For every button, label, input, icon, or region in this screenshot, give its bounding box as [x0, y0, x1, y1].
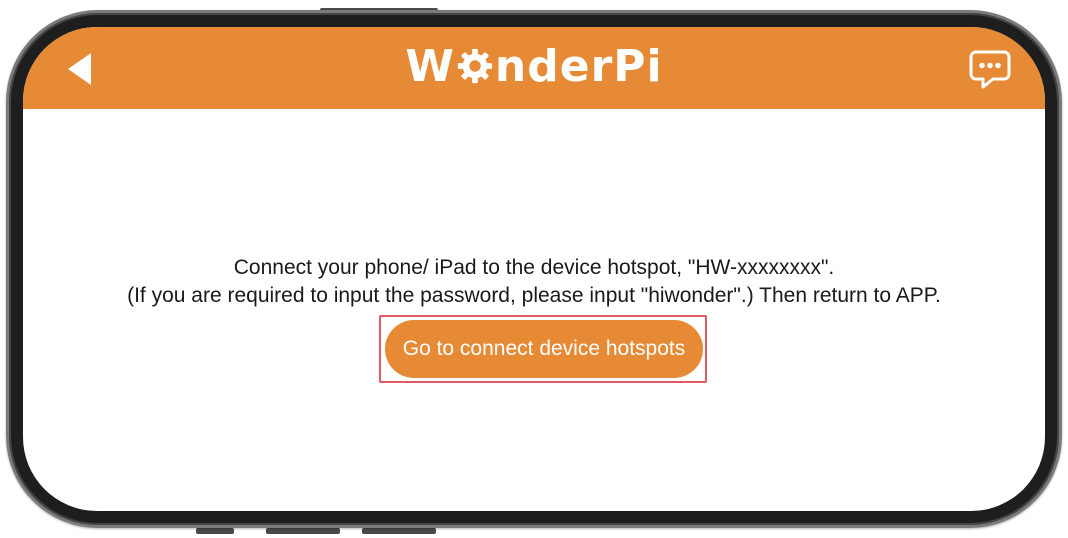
device-bottom-button [362, 528, 436, 534]
gear-icon [457, 48, 493, 84]
app-screen: W nderPi Connect your phone/ iPad to the… [23, 27, 1045, 511]
logo-letter: nderPi [494, 41, 663, 92]
device-bottom-button [266, 528, 340, 534]
wonderpi-logo: W nderPi [23, 41, 1045, 93]
connect-hotspot-button[interactable]: Go to connect device hotspots [385, 320, 703, 378]
instruction-line-2: (If you are required to input the passwo… [127, 284, 941, 307]
button-highlight-box: Go to connect device hotspots [379, 315, 707, 383]
phone-frame: W nderPi Connect your phone/ iPad to the… [6, 10, 1062, 528]
instruction-line-1: Connect your phone/ iPad to the device h… [233, 256, 835, 279]
chat-bubble-icon[interactable] [969, 49, 1011, 89]
hotspot-instructions: Connect your phone/ iPad to the device h… [23, 254, 1045, 310]
logo-letter: W [405, 41, 455, 92]
device-bottom-button [196, 528, 234, 534]
app-header: W nderPi [23, 27, 1045, 109]
